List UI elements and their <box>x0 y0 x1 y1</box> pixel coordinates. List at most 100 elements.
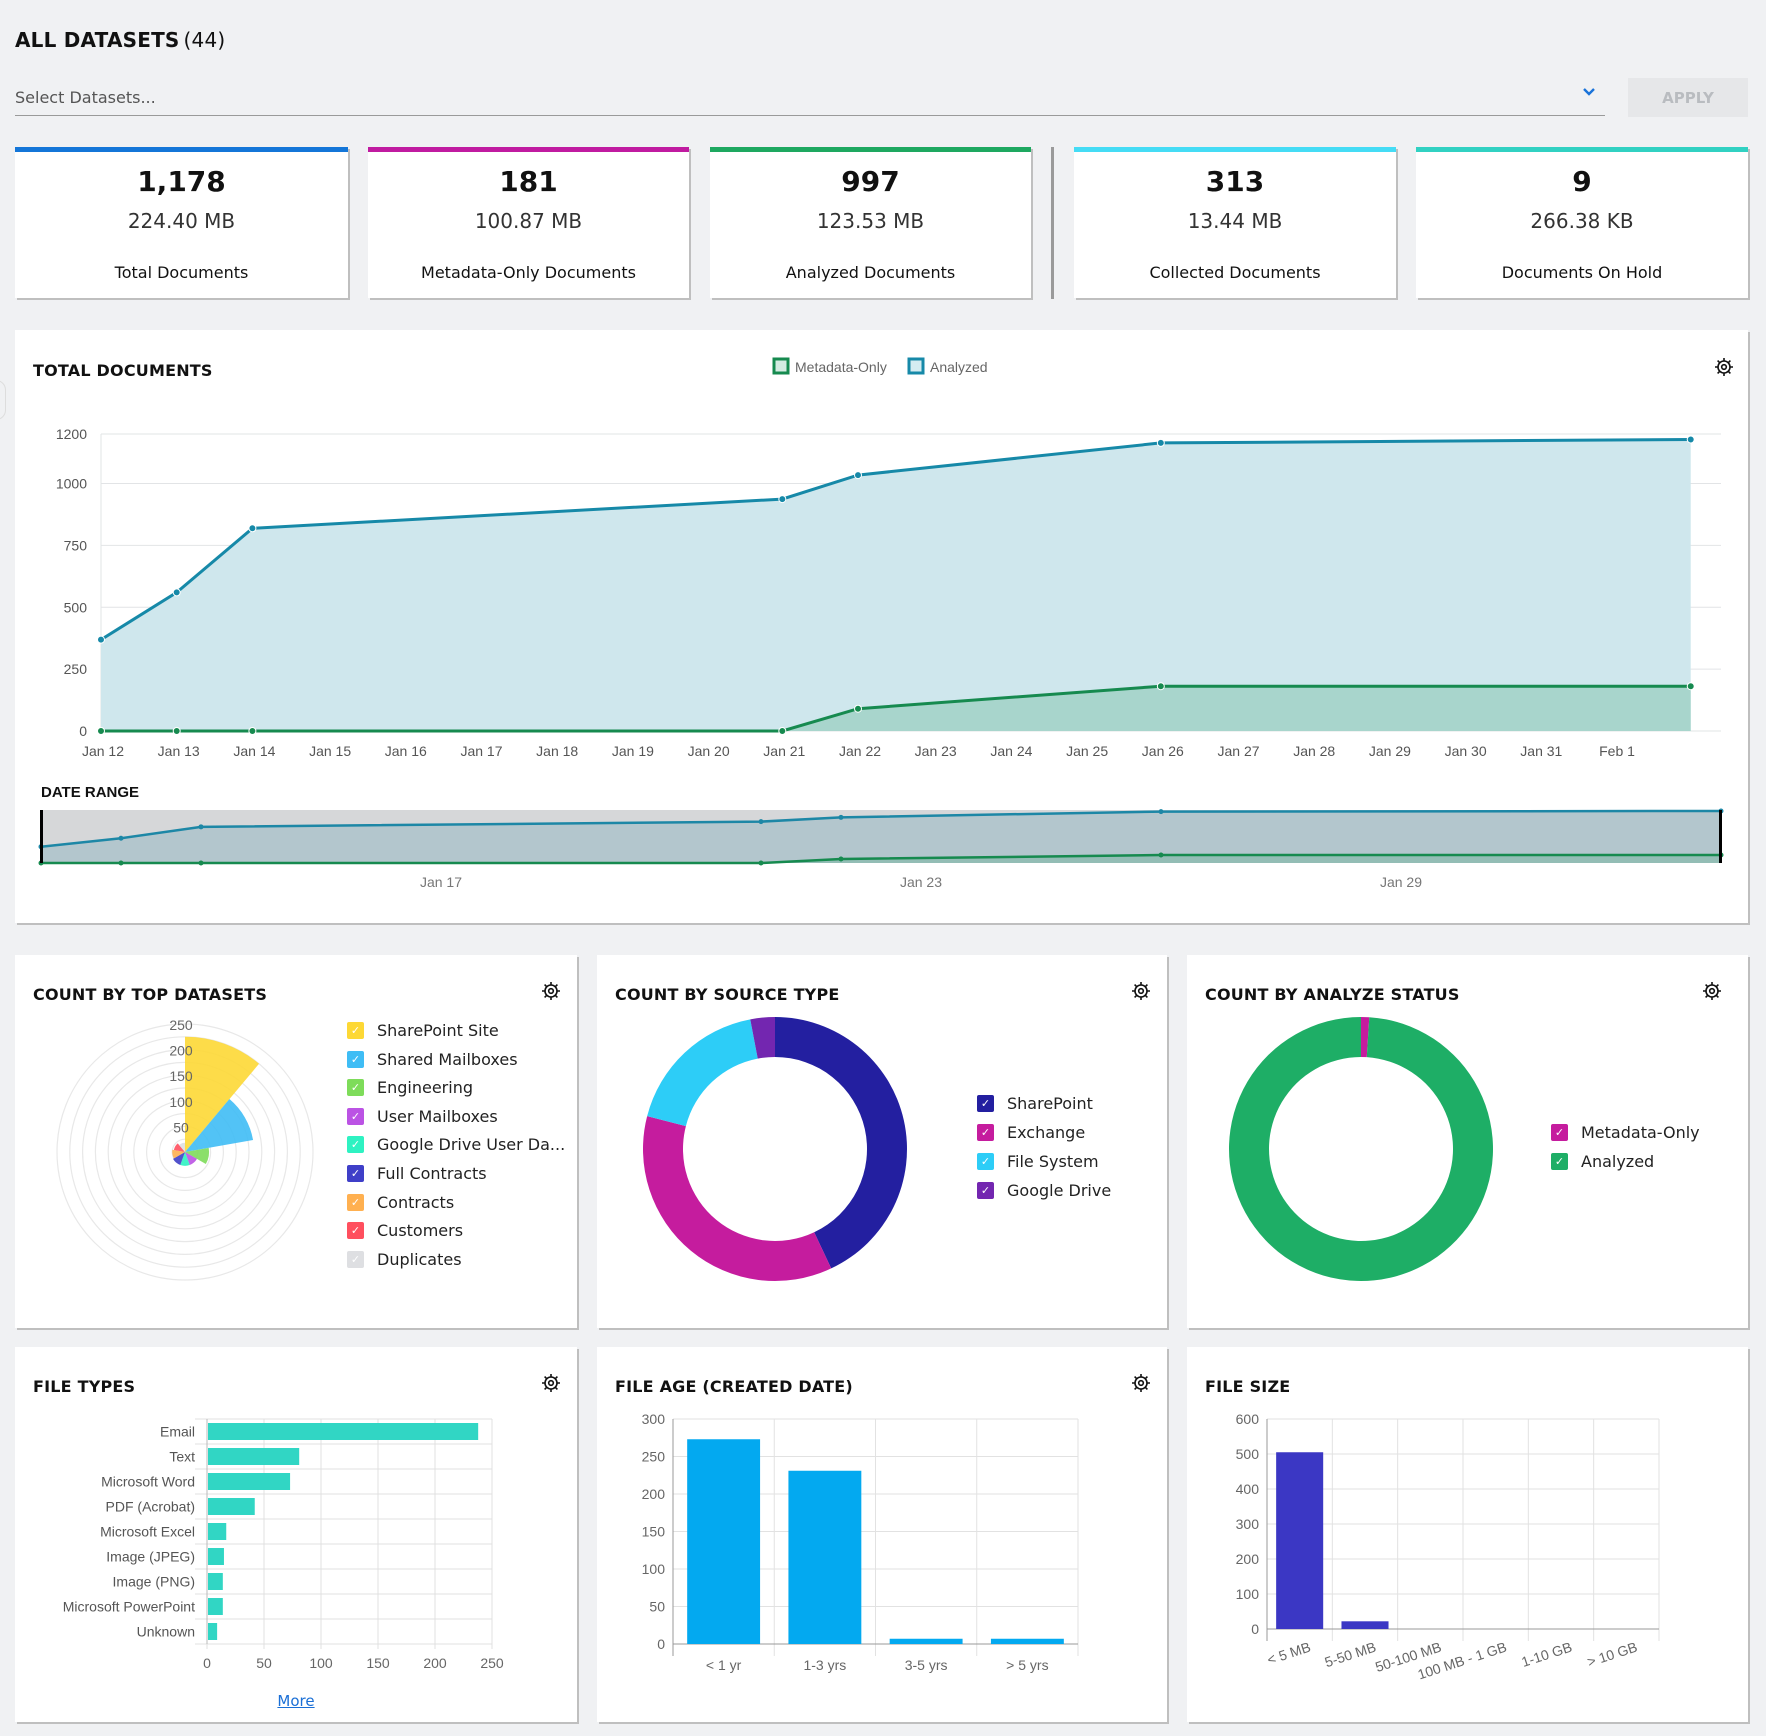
legend-item[interactable]: ✓ SharePoint <box>977 1094 1093 1113</box>
metadata-point[interactable] <box>248 727 257 735</box>
legend-item[interactable]: ✓ Google Drive <box>977 1181 1111 1200</box>
checkbox-checked-icon[interactable]: ✓ <box>347 1193 364 1211</box>
checkbox-checked-icon[interactable]: ✓ <box>1551 1153 1568 1170</box>
legend-label: Exchange <box>1007 1123 1086 1142</box>
x-tick-label: 5-50 MB <box>1323 1639 1378 1671</box>
bar[interactable] <box>208 1598 223 1615</box>
date-range-point <box>198 860 204 866</box>
legend-item[interactable]: Metadata-Only <box>772 357 887 375</box>
legend-item[interactable]: ✓ SharePoint Site <box>347 1021 499 1040</box>
summary-card[interactable]: 997 123.53 MB Analyzed Documents <box>710 147 1031 298</box>
dataset-count: (44) <box>183 28 226 52</box>
metadata-point[interactable] <box>1686 682 1695 691</box>
donut-slice[interactable] <box>647 1019 758 1127</box>
legend-label: Google Drive <box>1007 1181 1112 1200</box>
analyzed-point[interactable] <box>778 495 787 504</box>
legend-label: SharePoint <box>1007 1094 1093 1113</box>
date-range-left-handle[interactable] <box>40 810 43 863</box>
bar[interactable] <box>208 1448 300 1465</box>
donut-slice[interactable] <box>775 1017 907 1269</box>
chevron-down-icon[interactable] <box>1581 84 1597 105</box>
checkbox-checked-icon[interactable]: ✓ <box>347 1136 364 1154</box>
metadata-point[interactable] <box>778 727 787 735</box>
legend-label: Google Drive User Da... <box>377 1135 566 1155</box>
bar[interactable] <box>208 1623 218 1640</box>
side-panel-handle[interactable] <box>0 380 6 420</box>
legend-item[interactable]: ✓ Customers <box>347 1221 463 1240</box>
legend-item[interactable]: ✓ Full Contracts <box>347 1164 487 1183</box>
bar[interactable] <box>889 1638 963 1644</box>
checkbox-checked-icon[interactable]: ✓ <box>347 1250 364 1268</box>
bar[interactable] <box>990 1638 1064 1644</box>
checkbox-checked-icon[interactable]: ✓ <box>977 1153 994 1170</box>
card-label: Collected Documents <box>1149 263 1321 282</box>
summary-card[interactable]: 1,178 224.40 MB Total Documents <box>15 147 348 298</box>
x-tick-label: Jan 23 <box>915 743 957 759</box>
bar[interactable] <box>208 1548 224 1565</box>
total-documents-panel: TOTAL DOCUMENTS Metadata-Only Analyzed 0 25… <box>15 330 1748 923</box>
x-tick-label: Jan 12 <box>82 743 124 759</box>
bar[interactable] <box>208 1473 291 1490</box>
bar[interactable] <box>208 1423 479 1440</box>
legend-item[interactable]: Analyzed <box>907 357 988 375</box>
analyzed-point[interactable] <box>97 635 105 644</box>
legend-item[interactable]: ✓ Analyzed <box>1551 1152 1654 1171</box>
checkbox-checked-icon[interactable]: ✓ <box>1551 1124 1568 1141</box>
donut-slice[interactable] <box>643 1116 832 1281</box>
analyzed-point[interactable] <box>1686 435 1695 444</box>
bar[interactable] <box>1341 1621 1389 1629</box>
analyzed-point[interactable] <box>854 471 863 480</box>
bar[interactable] <box>1276 1452 1324 1629</box>
card-label: Analyzed Documents <box>785 263 956 282</box>
x-tick-label: Jan 14 <box>233 743 275 759</box>
summary-card[interactable]: 9 266.38 KB Documents On Hold <box>1416 147 1748 298</box>
bar[interactable] <box>687 1439 761 1644</box>
checkbox-checked-icon[interactable]: ✓ <box>977 1124 994 1141</box>
checkbox-checked-icon[interactable]: ✓ <box>347 1079 364 1097</box>
legend-item[interactable]: ✓ User Mailboxes <box>347 1107 498 1126</box>
dataset-select[interactable]: Select Datasets... <box>15 80 1605 116</box>
metadata-point[interactable] <box>1156 682 1165 691</box>
bar[interactable] <box>208 1573 223 1590</box>
more-link[interactable]: More <box>15 1692 577 1710</box>
legend-item[interactable]: ✓ Exchange <box>977 1123 1085 1142</box>
analyzed-point[interactable] <box>248 524 257 533</box>
analyzed-point[interactable] <box>172 588 181 597</box>
y-tick-label: 500 <box>1236 1446 1260 1462</box>
legend-item[interactable]: ✓ Duplicates <box>347 1250 462 1269</box>
y-tick-label: 100 <box>642 1561 666 1577</box>
date-range-right-handle[interactable] <box>1719 810 1722 863</box>
bar[interactable] <box>208 1523 227 1540</box>
metadata-point[interactable] <box>172 727 181 735</box>
summary-card[interactable]: 181 100.87 MB Metadata-Only Documents <box>368 147 689 298</box>
y-tick-label: 300 <box>642 1411 666 1427</box>
bar[interactable] <box>788 1470 862 1644</box>
metadata-point[interactable] <box>854 704 863 713</box>
source-type-panel: COUNT BY SOURCE TYPE ✓ SharePoint ✓ Exchang… <box>597 955 1167 1328</box>
x-tick-label: Jan 28 <box>1293 743 1335 759</box>
analyzed-point[interactable] <box>1156 438 1165 447</box>
checkbox-checked-icon[interactable]: ✓ <box>347 1222 364 1240</box>
x-tick-label: < 1 yr <box>706 1657 742 1673</box>
legend-item[interactable]: ✓ Engineering <box>347 1078 473 1097</box>
legend-item[interactable]: ✓ Shared Mailboxes <box>347 1050 518 1069</box>
summary-card[interactable]: 313 13.44 MB Collected Documents <box>1074 147 1396 298</box>
bar[interactable] <box>208 1498 255 1515</box>
legend-item[interactable]: ✓ Metadata-Only <box>1551 1123 1700 1142</box>
date-range-point <box>1158 852 1164 858</box>
apply-button[interactable]: APPLY <box>1628 78 1748 117</box>
legend-item[interactable]: ✓ File System <box>977 1152 1099 1171</box>
checkbox-checked-icon[interactable]: ✓ <box>347 1107 364 1125</box>
checkbox-checked-icon[interactable]: ✓ <box>977 1095 994 1112</box>
card-label: Total Documents <box>114 263 249 282</box>
donut-slice[interactable] <box>1229 1017 1493 1281</box>
metadata-point[interactable] <box>97 727 105 735</box>
legend-item[interactable]: ✓ Contracts <box>347 1193 454 1212</box>
x-tick-label: Feb 1 <box>1599 743 1635 759</box>
legend-item[interactable]: ✓ Google Drive User Da... <box>347 1135 565 1154</box>
x-tick-label: Jan 30 <box>1445 743 1487 759</box>
checkbox-checked-icon[interactable]: ✓ <box>347 1165 364 1182</box>
checkbox-checked-icon[interactable]: ✓ <box>977 1182 994 1199</box>
checkbox-checked-icon[interactable]: ✓ <box>347 1050 364 1068</box>
checkbox-checked-icon[interactable]: ✓ <box>347 1022 364 1039</box>
